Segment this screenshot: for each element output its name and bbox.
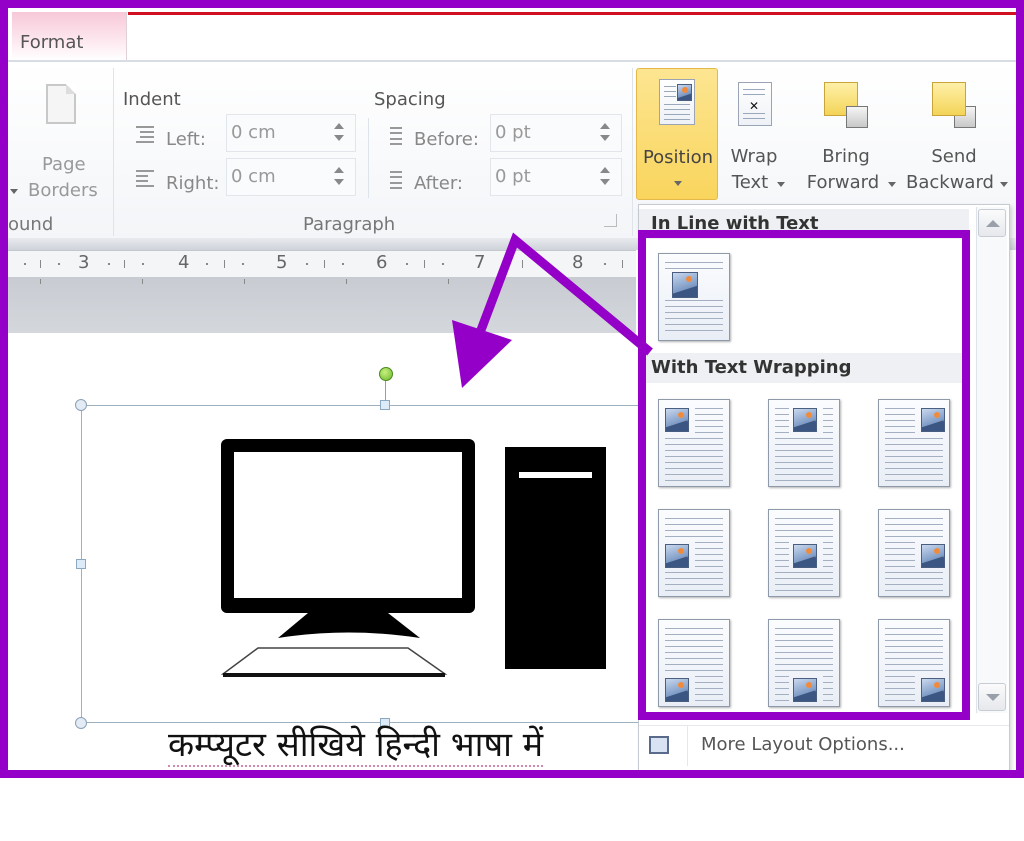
cpu-tower-icon bbox=[505, 447, 606, 669]
indent-right-field[interactable]: 0 cm bbox=[226, 158, 356, 196]
indent-left-icon bbox=[130, 124, 156, 146]
computer-image[interactable] bbox=[8, 333, 636, 773]
indent-right-value: 0 cm bbox=[231, 166, 276, 187]
picture-icon bbox=[665, 544, 689, 568]
indent-right-icon bbox=[130, 168, 156, 190]
chevron-down-icon bbox=[674, 181, 682, 186]
monitor-stand-icon bbox=[278, 613, 420, 638]
ruler-margin-area bbox=[8, 277, 636, 333]
picture-icon bbox=[665, 408, 689, 432]
picture-icon bbox=[793, 544, 817, 568]
chevron-down-icon bbox=[888, 182, 896, 187]
page-background-group-label: ound bbox=[8, 214, 54, 235]
horizontal-ruler[interactable]: 3 4 5 6 7 8 bbox=[8, 250, 636, 278]
wrap-option-middle-left[interactable] bbox=[658, 509, 730, 597]
paragraph-group-label: Paragraph bbox=[303, 214, 396, 235]
send-backward-icon[interactable] bbox=[932, 82, 966, 116]
indent-right-spinner[interactable] bbox=[333, 167, 345, 187]
inline-with-text-option[interactable] bbox=[658, 253, 730, 341]
gallery-scrollbar[interactable] bbox=[976, 207, 1007, 713]
document-page[interactable]: कम्प्यूटर सीखिये हिन्दी भाषा में bbox=[8, 333, 641, 773]
indent-left-value: 0 cm bbox=[231, 122, 276, 143]
indent-left-spinner[interactable] bbox=[333, 123, 345, 143]
bring-forward-label-2[interactable]: Forward bbox=[798, 170, 888, 196]
indent-title: Indent bbox=[123, 89, 181, 110]
chevron-down-icon bbox=[777, 182, 785, 187]
picture-icon bbox=[793, 678, 817, 702]
page-borders-icon[interactable] bbox=[46, 84, 76, 124]
spacing-after-icon bbox=[380, 168, 406, 190]
wrap-option-bottom-right[interactable] bbox=[878, 619, 950, 707]
ruler-number: 8 bbox=[572, 252, 584, 273]
tab-format[interactable]: Format bbox=[12, 12, 127, 60]
chevron-down-icon bbox=[10, 189, 18, 194]
chevron-down-icon bbox=[1000, 182, 1008, 187]
tab-format-label: Format bbox=[20, 32, 84, 53]
scroll-down-button[interactable] bbox=[978, 683, 1006, 711]
wrap-text-label-1[interactable]: Wrap bbox=[722, 144, 786, 170]
send-backward-label-1[interactable]: Send bbox=[902, 144, 1006, 170]
wrap-text-label-2[interactable]: Text bbox=[722, 170, 778, 196]
group-separator bbox=[632, 68, 633, 236]
scroll-up-button[interactable] bbox=[978, 209, 1006, 237]
ruler-number: 7 bbox=[474, 252, 486, 273]
tab-accent-line bbox=[128, 12, 1016, 15]
dialog-launcher-icon[interactable] bbox=[604, 214, 617, 227]
spacing-before-spinner[interactable] bbox=[599, 123, 611, 143]
ruler-number: 4 bbox=[178, 252, 190, 273]
wrap-option-top-center[interactable] bbox=[768, 399, 840, 487]
inline-with-text-header: In Line with Text bbox=[639, 209, 969, 239]
page-borders-label-2[interactable]: Borders bbox=[28, 180, 98, 201]
ruler-number: 5 bbox=[276, 252, 288, 273]
indent-right-label: Right: bbox=[166, 173, 220, 194]
more-layout-options-item[interactable]: More Layout Options... bbox=[639, 725, 1009, 766]
with-text-wrapping-header: With Text Wrapping bbox=[639, 353, 969, 383]
picture-icon bbox=[793, 408, 817, 432]
spacing-before-icon bbox=[380, 124, 406, 146]
position-dropdown-menu: In Line with Text With Text Wrapping Mor… bbox=[638, 204, 1010, 770]
position-label: Position bbox=[642, 147, 714, 168]
spacing-separator bbox=[368, 118, 369, 198]
send-backward-label-2[interactable]: Backward bbox=[902, 170, 998, 196]
picture-icon bbox=[921, 408, 945, 432]
screenshot-frame: Format Page Borders ound Indent Left: 0 … bbox=[0, 0, 1024, 778]
position-button[interactable]: Position bbox=[636, 68, 718, 200]
indent-left-field[interactable]: 0 cm bbox=[226, 114, 356, 152]
spacing-before-field[interactable]: 0 pt bbox=[490, 114, 622, 152]
page-borders-label-1[interactable]: Page bbox=[42, 154, 86, 175]
spacing-title: Spacing bbox=[374, 89, 446, 110]
spacing-after-spinner[interactable] bbox=[599, 167, 611, 187]
spacing-after-label: After: bbox=[414, 173, 463, 194]
spacing-after-value: 0 pt bbox=[495, 166, 531, 187]
picture-icon bbox=[921, 544, 945, 568]
group-separator bbox=[113, 68, 114, 236]
spacing-after-field[interactable]: 0 pt bbox=[490, 158, 622, 196]
wrap-option-bottom-center[interactable] bbox=[768, 619, 840, 707]
picture-icon bbox=[921, 678, 945, 702]
picture-icon bbox=[665, 678, 689, 702]
wrap-option-top-left[interactable] bbox=[658, 399, 730, 487]
ruler-number: 6 bbox=[376, 252, 388, 273]
position-icon bbox=[659, 79, 695, 125]
document-caption[interactable]: कम्प्यूटर सीखिये हिन्दी भाषा में bbox=[168, 725, 544, 767]
menu-icon-separator bbox=[687, 726, 688, 766]
wrap-text-icon[interactable]: ✕ bbox=[738, 82, 772, 126]
wrap-option-bottom-left[interactable] bbox=[658, 619, 730, 707]
keyboard-icon bbox=[220, 647, 448, 675]
more-layout-options-label: More Layout Options... bbox=[701, 734, 905, 755]
indent-left-label: Left: bbox=[166, 129, 206, 150]
layout-options-icon bbox=[649, 736, 669, 754]
ruler-number: 3 bbox=[78, 252, 90, 273]
spacing-before-value: 0 pt bbox=[495, 122, 531, 143]
spacing-before-label: Before: bbox=[414, 129, 479, 150]
bring-forward-label-1[interactable]: Bring bbox=[798, 144, 894, 170]
wrap-option-middle-right[interactable] bbox=[878, 509, 950, 597]
wrap-option-top-right[interactable] bbox=[878, 399, 950, 487]
wrap-option-middle-center[interactable] bbox=[768, 509, 840, 597]
